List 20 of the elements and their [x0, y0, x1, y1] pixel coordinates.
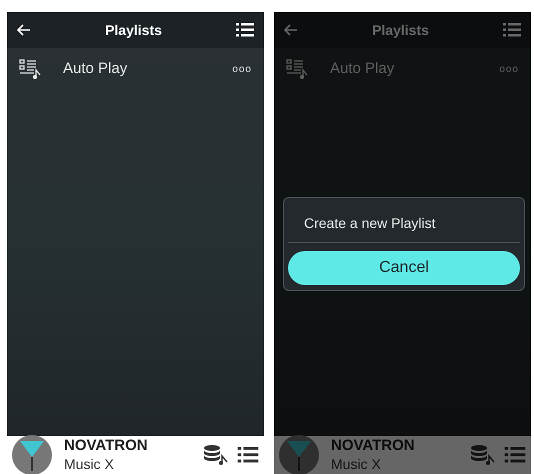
playlist-name: Auto Play: [330, 58, 396, 79]
music-library-icon[interactable]: [203, 445, 229, 465]
track-title: Music X: [331, 456, 382, 474]
artist-name: NOVATRON: [64, 436, 149, 456]
list-icon[interactable]: [237, 447, 259, 463]
track-title: Music X: [64, 456, 115, 474]
album-art-icon: [279, 435, 319, 474]
playlist-icon: [286, 59, 310, 79]
back-arrow-icon[interactable]: [17, 24, 31, 36]
album-art-icon: [12, 435, 52, 474]
playlist-row[interactable]: Auto Play ooo: [7, 48, 264, 90]
artist-name: NOVATRON: [331, 436, 416, 456]
header-title: Playlists: [372, 20, 429, 40]
more-options-icon[interactable]: ooo: [232, 62, 252, 76]
playlist-icon: [19, 59, 43, 79]
create-playlist-option[interactable]: Create a new Playlist: [288, 198, 520, 243]
cancel-button[interactable]: Cancel: [288, 251, 520, 285]
header-title: Playlists: [105, 20, 162, 40]
list-icon[interactable]: [236, 23, 254, 37]
playlist-name: Auto Play: [63, 58, 128, 79]
